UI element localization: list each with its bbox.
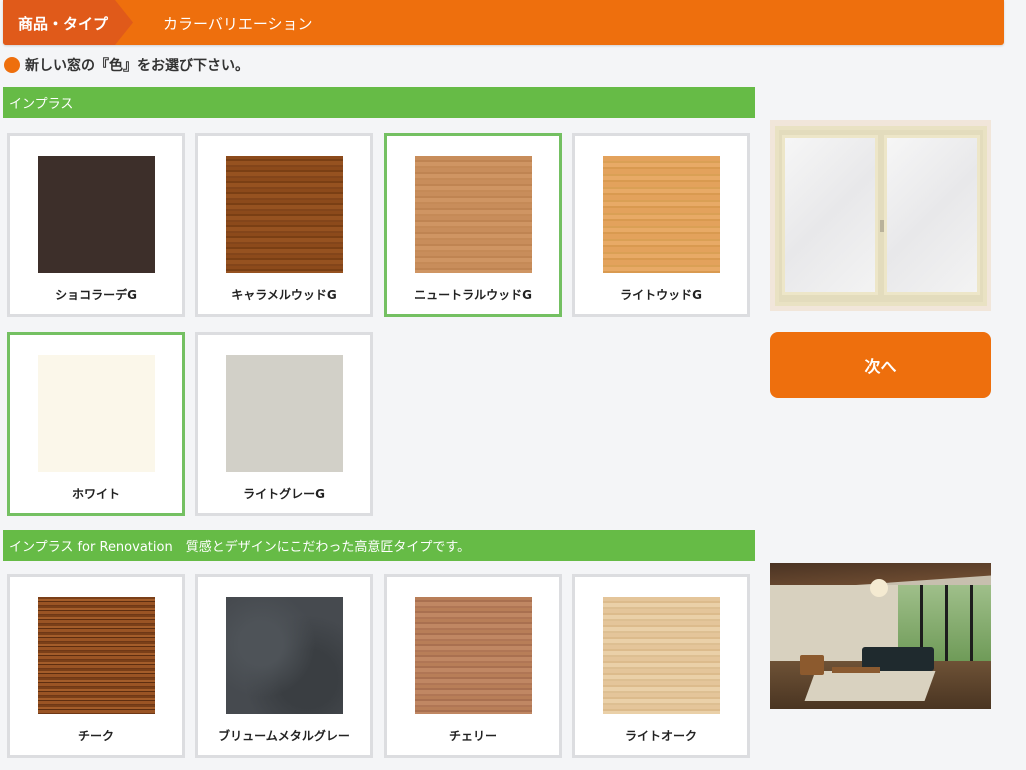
room-preview-image xyxy=(770,563,991,709)
window-mullion xyxy=(945,585,948,661)
bullet-dot-icon xyxy=(4,57,20,73)
section-title-implus: インプラス xyxy=(3,87,755,118)
swatch-label: ライトオーク xyxy=(624,729,697,743)
instruction-heading: 新しい窓の『色』をお選び下さい。 xyxy=(4,54,249,76)
swatch-label: ショコラーデG xyxy=(55,288,137,302)
swatch-card-teak[interactable]: チーク xyxy=(7,574,185,758)
swatch-card-white[interactable]: ホワイト xyxy=(7,332,185,516)
swatch-card-neutral-wood[interactable]: ニュートラルウッドG xyxy=(384,133,562,317)
room-rug xyxy=(804,671,936,701)
color-swatch-caramel-wood xyxy=(226,156,343,273)
color-swatch-light-wood xyxy=(603,156,720,273)
swatch-label: ライトウッドG xyxy=(620,288,702,302)
breadcrumb-label-product-type: 商品・タイプ xyxy=(18,15,109,33)
swatch-label: ニュートラルウッドG xyxy=(414,288,532,302)
swatch-card-light-wood[interactable]: ライトウッドG xyxy=(572,133,750,317)
pendant-lamp xyxy=(870,579,888,597)
window-pane-left xyxy=(782,135,878,295)
color-swatch-neutral-wood xyxy=(415,156,532,273)
next-button[interactable]: 次へ xyxy=(770,332,991,398)
color-swatch-white xyxy=(38,355,155,472)
instruction-text: 新しい窓の『色』をお選び下さい。 xyxy=(25,58,249,74)
swatch-label: ホワイト xyxy=(71,487,120,501)
swatch-card-cherry[interactable]: チェリー xyxy=(384,574,562,758)
swatch-label: ライトグレーG xyxy=(243,487,325,501)
window-pane-right xyxy=(884,135,980,295)
section-title-implus-renovation: インプラス for Renovation 質感とデザインにこだわった高意匠タイプ… xyxy=(3,530,755,561)
swatch-label: ブリュームメタルグレー xyxy=(218,729,350,743)
room-chair xyxy=(800,655,824,675)
window-frame xyxy=(775,126,987,306)
page-header: 商品・タイプ カラーバリエーション xyxy=(3,0,1004,45)
swatch-card-light-oak[interactable]: ライトオーク xyxy=(572,574,750,758)
color-swatch-cherry xyxy=(415,597,532,714)
window-handle xyxy=(880,220,884,232)
color-swatch-light-oak xyxy=(603,597,720,714)
room-table xyxy=(832,667,880,673)
swatch-label: チーク xyxy=(77,729,114,743)
breadcrumb-item-product-type[interactable]: 商品・タイプ xyxy=(3,0,133,45)
swatch-card-light-grey[interactable]: ライトグレーG xyxy=(195,332,373,516)
window-mullion xyxy=(970,585,973,661)
breadcrumb-item-color-variation: カラーバリエーション xyxy=(163,15,313,33)
window-preview-image xyxy=(770,120,991,311)
color-swatch-metal-grey xyxy=(226,597,343,714)
swatch-card-caramel-wood[interactable]: キャラメルウッドG xyxy=(195,133,373,317)
swatch-label: チェリー xyxy=(448,729,497,743)
color-swatch-teak xyxy=(38,597,155,714)
color-swatch-light-grey xyxy=(226,355,343,472)
swatch-label: キャラメルウッドG xyxy=(231,288,337,302)
swatch-card-chocolate[interactable]: ショコラーデG xyxy=(7,133,185,317)
color-swatch-chocolate xyxy=(38,156,155,273)
swatch-card-metal-grey[interactable]: ブリュームメタルグレー xyxy=(195,574,373,758)
